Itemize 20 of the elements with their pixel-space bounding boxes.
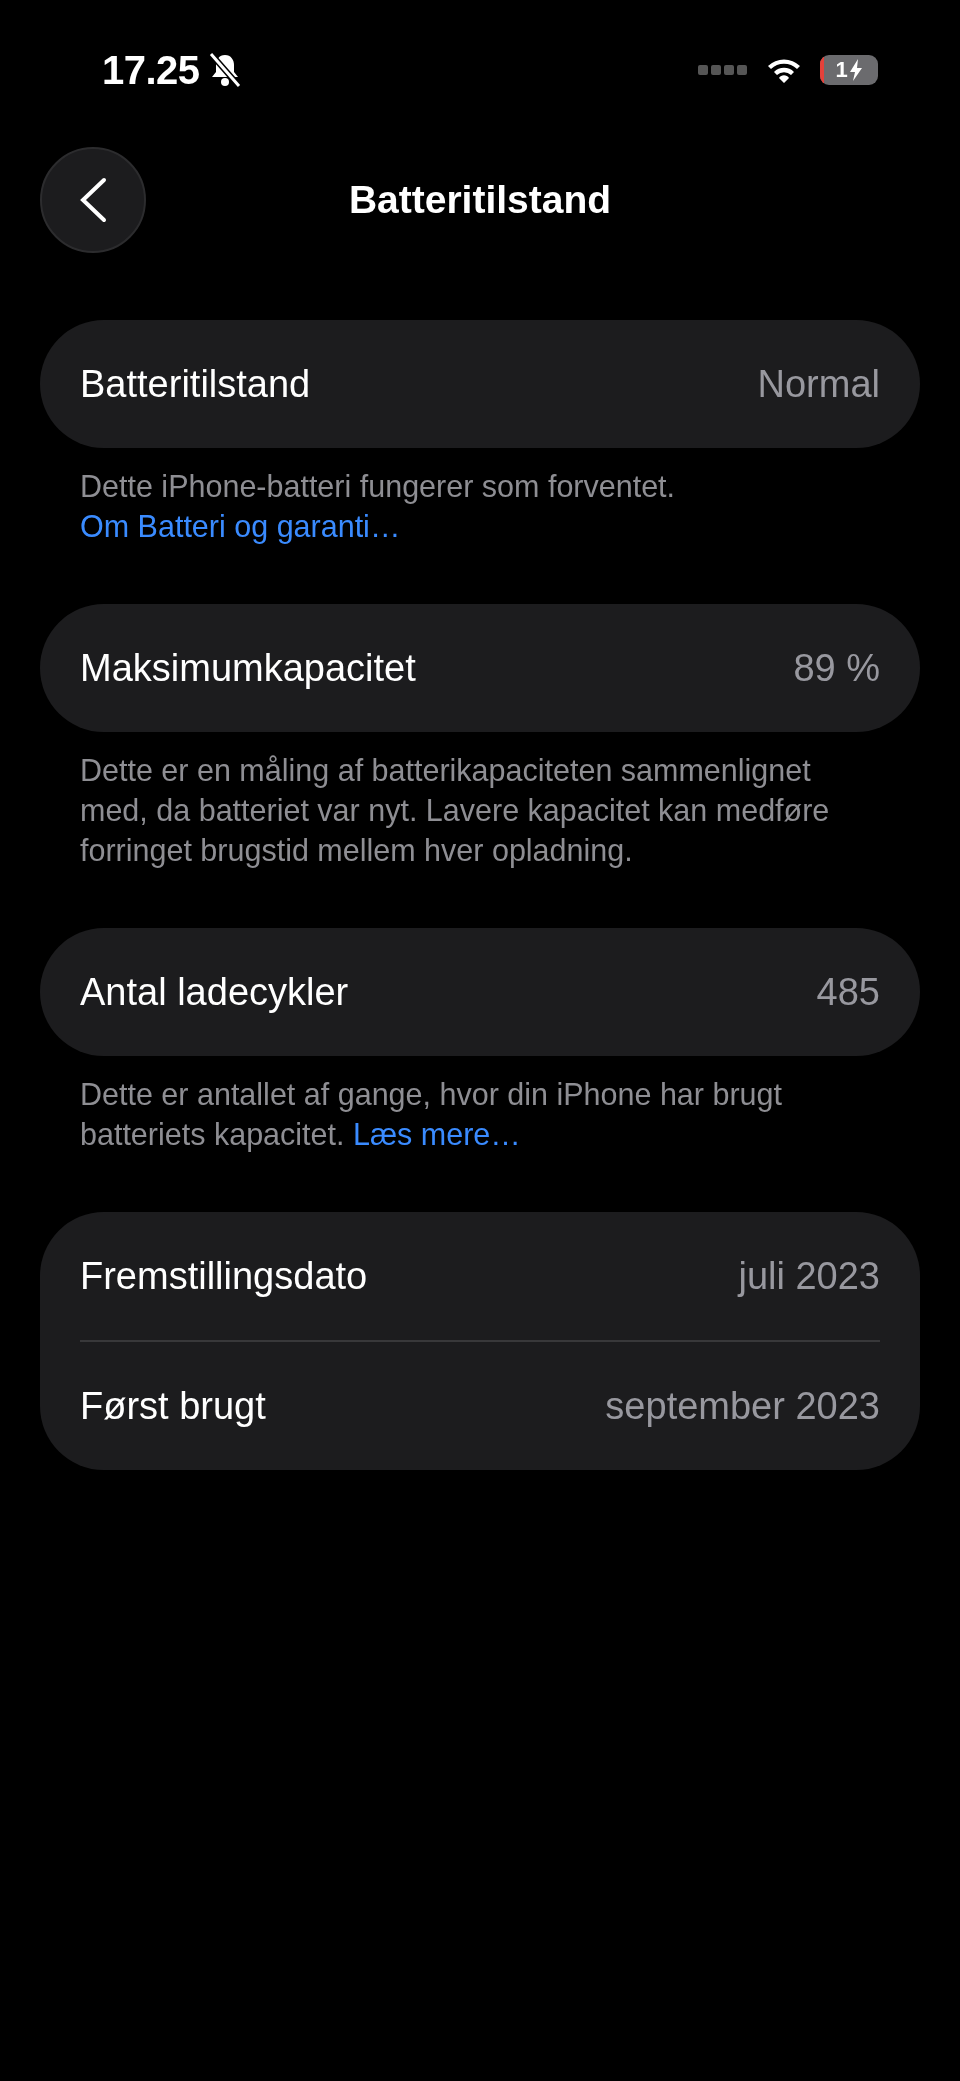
- footnote-link[interactable]: Om Batteri og garanti…: [80, 509, 401, 543]
- footnote-link[interactable]: Læs mere…: [352, 1117, 521, 1151]
- row-value: juli 2023: [738, 1254, 880, 1298]
- footnote-text: Dette iPhone-batteri fungerer som forventet. Om Batteri og garanti…: [79, 468, 677, 546]
- footnote-text: Dette er antallet af gange, hvor din iPhone har brugt batteriets kapacitet. Læs mere…: [79, 1076, 783, 1154]
- row-value: september 2023: [605, 1384, 880, 1428]
- row-label: Maksimumkapacitet: [80, 646, 416, 690]
- chevron-left-icon: [78, 177, 108, 223]
- battery-level-text: 1: [835, 57, 848, 83]
- footnote-text: Dette er en måling af batterikapaciteten sammenlignet med, da batteriet var nyt. Lavere kapacitet kan medføre forringet brugstid mellem hver opladning.: [79, 752, 831, 870]
- row-value: Normal: [757, 362, 880, 406]
- signal-dots-icon: [698, 65, 748, 75]
- page-title: Batteritilstand: [348, 178, 612, 222]
- row-label: Batteritilstand: [80, 362, 311, 406]
- row-value: 89 %: [793, 646, 880, 690]
- row-label: Antal ladecykler: [80, 970, 349, 1014]
- row-label: Fremstillingsdato: [80, 1254, 368, 1298]
- row-value: 485: [816, 970, 880, 1014]
- row-label: Først brugt: [80, 1384, 266, 1428]
- status-time: 17.25: [102, 47, 200, 93]
